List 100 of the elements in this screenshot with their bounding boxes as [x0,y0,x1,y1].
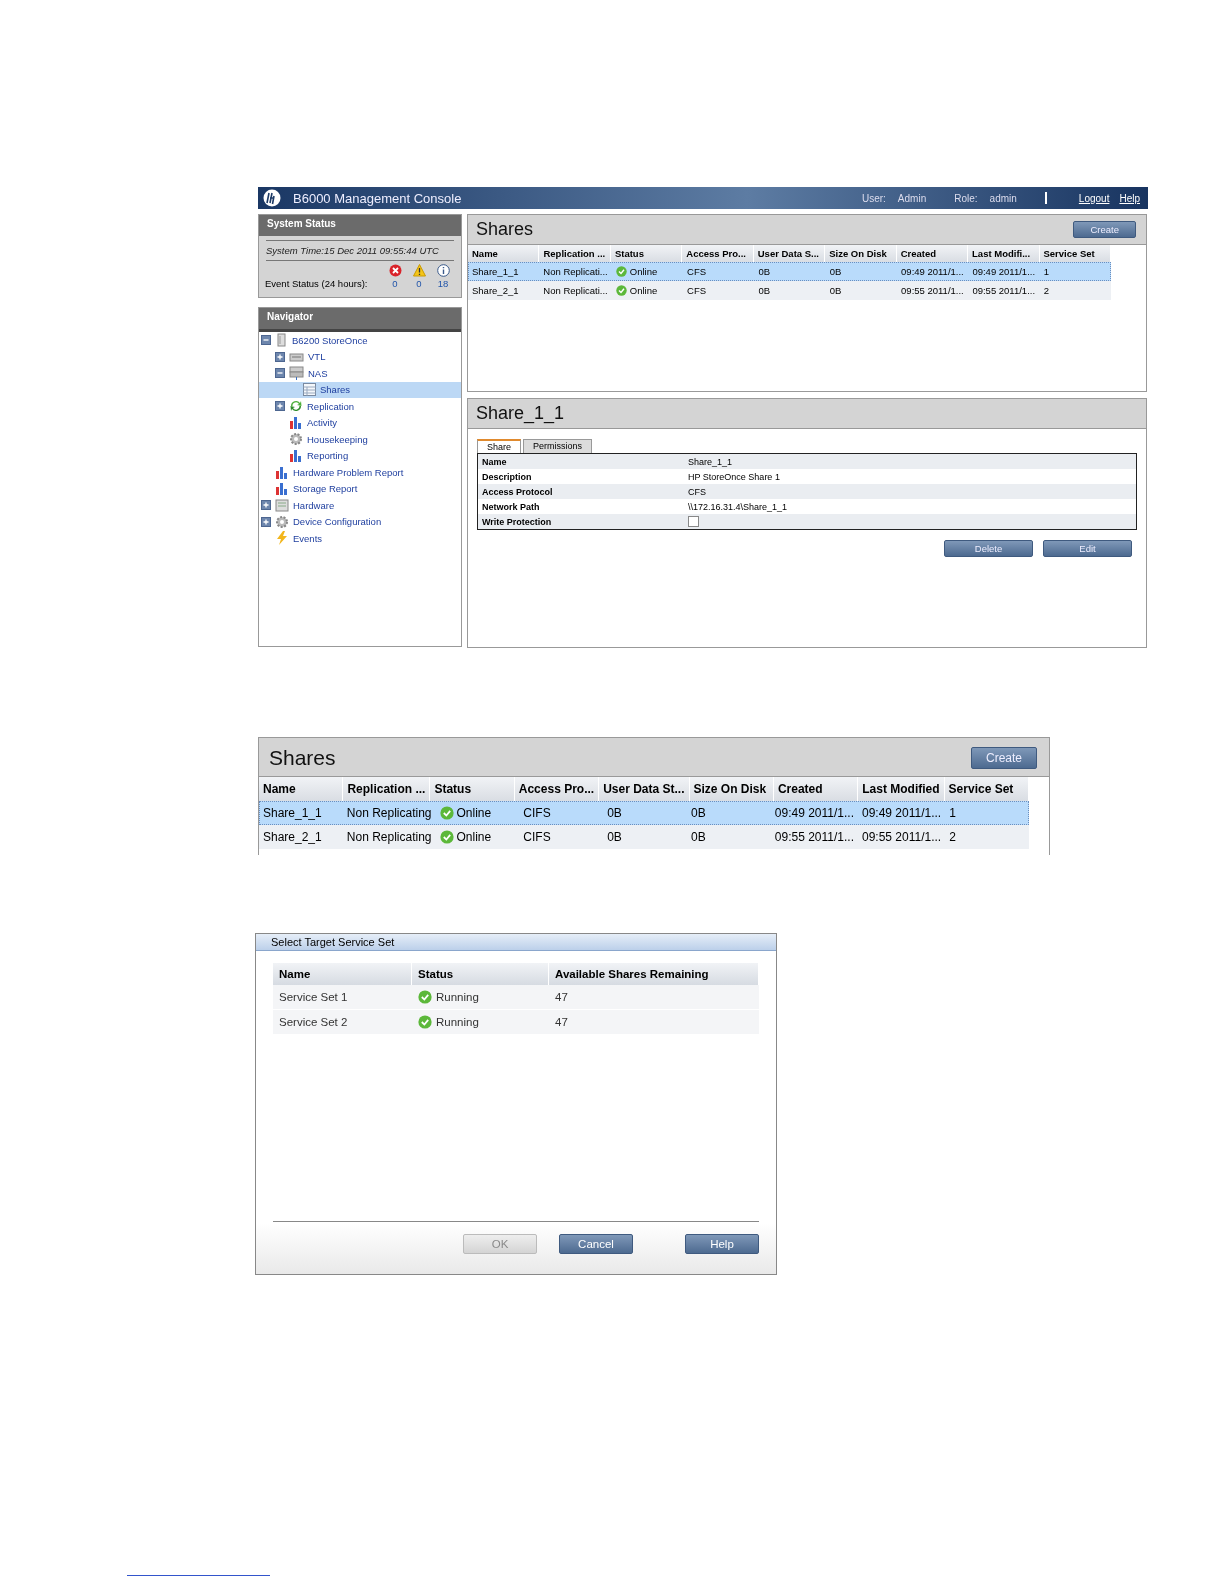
table-cell[interactable]: Running [412,1010,549,1034]
table-cell[interactable]: 47 [549,1010,759,1034]
info-icon [436,264,450,277]
table-row[interactable]: Share_2_1 Non Replicating Online CIFS 0B 0B 09:55 2011/1... 09:55 2011/1... 2 [259,825,1029,849]
expander-icon[interactable] [275,401,285,412]
table-cell-text: 0B [689,829,707,846]
server-icon [275,333,288,348]
tree-item[interactable]: Reporting [259,447,461,464]
table-cell-text: 09:49 2011/1... [773,805,855,822]
role-name: admin [989,192,1017,204]
table-row[interactable]: Share_1_1 Non Replicating Online CIFS 0B 0B 09:49 2011/1... 09:49 2011/1... 1 [259,801,1029,825]
table-cell-text: 0B [606,829,623,846]
table-cell-text: Share_1_1 [262,805,323,822]
sync-icon [289,399,303,414]
table-cell: Online [611,281,684,300]
table-cell[interactable]: 47 [549,985,759,1009]
table-cell[interactable]: Service Set 1 [273,985,412,1009]
tree-label: Events [293,532,323,544]
property-label: Write Protection [481,516,553,527]
table-cell[interactable]: Service Set 2 [273,1010,412,1034]
expander-icon[interactable] [275,351,285,362]
create-button[interactable]: Create [1073,221,1136,238]
header-link[interactable]: Logout [1078,192,1110,204]
table-cell-text: 0B [828,265,843,279]
panel-header: System Status [259,215,461,236]
bar-chart-icon [289,449,303,463]
app-title: B6000 Management Console [293,190,462,206]
table-cell-text: 2 [948,829,957,846]
table-row[interactable]: Share_1_1 Non Replicati... Online CFS 0B 0B 09:49 2011/1... 09:49 2011/1... 1 [468,262,1111,281]
property-value: CFS [688,486,706,497]
tab[interactable]: Permissions [523,439,593,453]
table-cell-text: Share_2_1 [262,829,323,846]
logo-icon [263,189,281,207]
tree-item[interactable]: Device Configuration [259,513,461,530]
table-cell-text: Non Replicating [345,829,433,846]
tree-item[interactable]: Hardware Problem Report [259,464,461,481]
event-count: 18 [437,278,449,289]
table-cell: Online [611,262,684,281]
table-icon [303,383,316,397]
table-cell-text: CFS [686,265,708,279]
property-label: Access Protocol [481,486,554,497]
dialog-button[interactable]: Cancel [559,1234,633,1254]
tab[interactable]: Share [477,439,522,453]
event-status-label: Event Status (24 hours): [265,278,369,289]
action-button[interactable]: Edit [1043,540,1132,557]
table-cell-text: 1 [1042,265,1050,279]
table-cell-text: 09:55 2011/1... [773,829,855,846]
user-name: Admin [897,192,927,204]
expander-icon[interactable] [261,500,271,511]
table-cell-text: CIFS [522,805,552,822]
tree-item[interactable]: Storage Report [259,480,461,497]
tree-item[interactable]: Hardware [259,497,461,514]
create-button[interactable]: Create [970,747,1037,769]
tree-item[interactable]: Replication [259,398,461,415]
table-cell-text: 0B [828,284,843,298]
role-label: Role: [954,192,978,204]
table-row[interactable]: Share_2_1 Non Replicati... Online CFS 0B 0B 09:55 2011/1... 09:55 2011/1... 2 [468,281,1111,300]
tree-label: Activity [307,417,338,429]
tree-item[interactable]: Housekeeping [259,431,461,448]
tree-item[interactable]: Events [259,530,461,547]
tree-item[interactable]: VTL [259,348,461,365]
tree-label: Reporting [307,450,349,462]
tree-label: B6200 StoreOnce [292,334,368,346]
event-count: 0 [392,278,398,289]
tree-item[interactable]: NAS [259,365,461,382]
tree-label: Replication [307,400,354,412]
table-cell-text: 1 [948,805,957,822]
property-label: Description [481,471,533,482]
property-value: \\172.16.31.4\Share_1_1 [688,501,788,512]
tree-label: Housekeeping [307,433,368,445]
table-cell-text: 0B [757,284,772,298]
tree-item[interactable]: Activity [259,414,461,431]
tree-label: Shares [320,384,351,396]
warning-icon [412,264,426,277]
bar-chart-icon [275,465,289,479]
system-time: System Time:15 Dec 2011 09:55:44 UTC [266,240,454,261]
property-label: Network Path [481,501,541,512]
panel-title: Share_1_1 [476,403,565,424]
table-cell[interactable]: Running [412,985,549,1009]
panel-header: Navigator [259,308,461,332]
hardware-icon [275,498,289,512]
table-cell-text: Share_2_1 [471,284,520,298]
dialog-title: Select Target Service Set [256,934,776,951]
expander-icon[interactable] [275,368,285,379]
bar-chart-icon [289,416,303,430]
table-cell-text: 09:49 2011/1... [900,265,965,279]
table-cell: Online [435,801,520,825]
expander-icon[interactable] [261,516,271,527]
action-button[interactable]: Delete [944,540,1033,557]
expander-icon[interactable] [261,335,271,346]
header-link[interactable]: Help [1119,192,1140,204]
tree-label: NAS [308,367,328,379]
tree-item[interactable]: Shares [259,381,461,398]
tree-item[interactable]: B6200 StoreOnce [259,332,461,349]
lightning-icon [275,531,289,546]
table-cell-text: CIFS [522,829,552,846]
checkbox[interactable] [688,516,699,527]
property-value: HP StoreOnce Share 1 [688,471,780,482]
dialog-button[interactable]: Help [685,1234,759,1254]
table-cell-text: 09:55 2011/1... [971,284,1037,298]
